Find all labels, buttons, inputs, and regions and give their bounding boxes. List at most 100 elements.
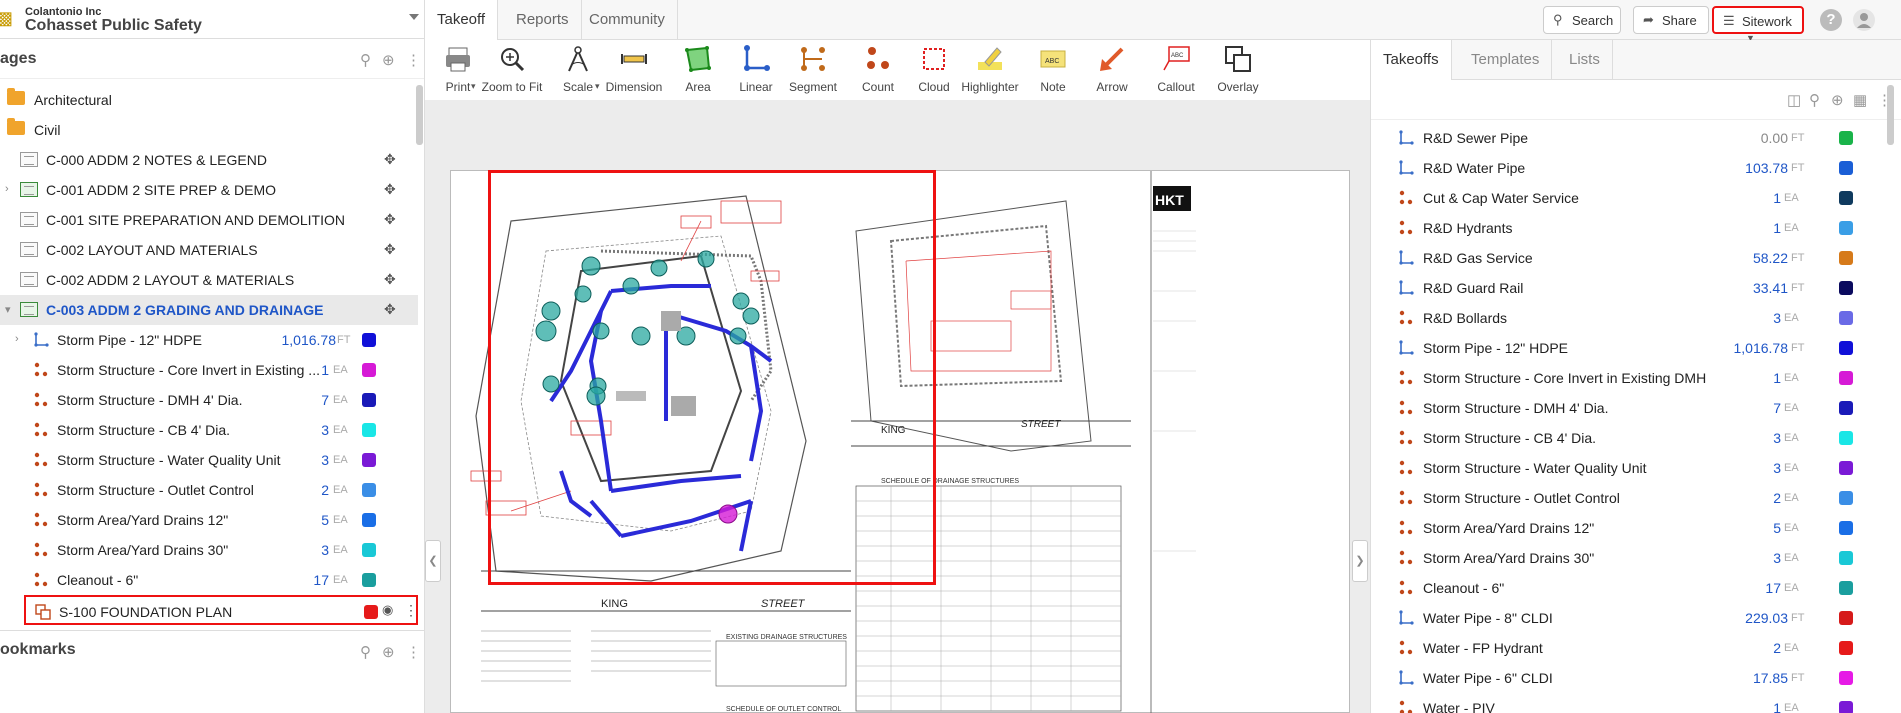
- tab-community[interactable]: Community: [577, 0, 678, 40]
- color-swatch[interactable]: [1839, 281, 1853, 295]
- takeoff-item[interactable]: R&D Bollards 3 EA: [1371, 303, 1901, 333]
- color-swatch[interactable]: [1839, 491, 1853, 505]
- takeoff-item[interactable]: Water - FP Hydrant 2 EA: [1371, 633, 1901, 663]
- folder-item[interactable]: Civil: [0, 115, 418, 145]
- takeoff-item[interactable]: Storm Structure - CB 4' Dia. 3 EA: [1371, 423, 1901, 453]
- color-swatch[interactable]: [1839, 311, 1853, 325]
- takeoff-item[interactable]: Storm Area/Yard Drains 12" 5 EA: [1371, 513, 1901, 543]
- takeoff-item[interactable]: R&D Hydrants 1 EA: [1371, 213, 1901, 243]
- tool-overlay[interactable]: Overlay: [1205, 40, 1271, 100]
- sheet-item[interactable]: C-002 LAYOUT AND MATERIALS ✥: [0, 235, 418, 265]
- chevron-down-icon[interactable]: [409, 14, 419, 20]
- chevron-down-icon[interactable]: ▾: [5, 303, 11, 316]
- color-swatch[interactable]: [1839, 221, 1853, 235]
- add-icon[interactable]: ⊕: [382, 643, 395, 661]
- more-icon[interactable]: ⋮: [406, 51, 421, 69]
- folder-item[interactable]: Architectural: [0, 85, 418, 115]
- color-swatch[interactable]: [362, 393, 376, 407]
- tool-note[interactable]: ABC Note: [1020, 40, 1086, 100]
- takeoff-item[interactable]: Water - PIV 1 EA: [1371, 693, 1901, 713]
- sheet-item[interactable]: C-000 ADDM 2 NOTES & LEGEND ✥: [0, 145, 418, 175]
- takeoff-item[interactable]: R&D Guard Rail 33.41 FT: [1371, 273, 1901, 303]
- color-swatch[interactable]: [1839, 611, 1853, 625]
- sheet-item[interactable]: ▾ C-003 ADDM 2 GRADING AND DRAINAGE ✥: [0, 295, 418, 325]
- add-icon[interactable]: ⊕: [382, 51, 395, 69]
- takeoff-item[interactable]: Storm Structure - Water Quality Unit 3 EA: [1371, 453, 1901, 483]
- color-swatch[interactable]: [1839, 671, 1853, 685]
- takeoff-item[interactable]: Cleanout - 6" 17 EA: [1371, 573, 1901, 603]
- takeoff-item[interactable]: Storm Structure - DMH 4' Dia. 7 EA: [1371, 393, 1901, 423]
- eye-icon[interactable]: ◉: [382, 602, 393, 618]
- tool-area[interactable]: Area: [665, 40, 731, 100]
- hierarchy-icon[interactable]: ◫: [1787, 91, 1801, 109]
- takeoff-item[interactable]: R&D Water Pipe 103.78 FT: [1371, 153, 1901, 183]
- color-swatch[interactable]: [1839, 701, 1853, 713]
- move-icon[interactable]: ✥: [384, 151, 396, 168]
- takeoff-item[interactable]: › Storm Pipe - 12" HDPE 1,016.78 FT: [0, 325, 418, 355]
- tool-highlighter[interactable]: Highlighter: [957, 40, 1023, 100]
- takeoff-item[interactable]: Storm Structure - Core Invert in Existin…: [1371, 363, 1901, 393]
- takeoff-item[interactable]: R&D Sewer Pipe 0.00 FT: [1371, 123, 1901, 153]
- takeoff-item[interactable]: Storm Structure - Outlet Control 2 EA: [1371, 483, 1901, 513]
- color-swatch[interactable]: [1839, 581, 1853, 595]
- color-swatch[interactable]: [1839, 341, 1853, 355]
- takeoff-item[interactable]: Storm Structure - Core Invert in Existin…: [0, 355, 418, 385]
- tool-dimension[interactable]: Dimension: [601, 40, 667, 100]
- add-icon[interactable]: ⊕: [1831, 91, 1844, 109]
- overlay-selection-box[interactable]: [488, 170, 936, 585]
- color-swatch[interactable]: [364, 605, 378, 619]
- color-swatch[interactable]: [362, 423, 376, 437]
- color-swatch[interactable]: [1839, 131, 1853, 145]
- move-icon[interactable]: ✥: [384, 241, 396, 258]
- move-icon[interactable]: ✥: [384, 181, 396, 198]
- takeoff-item[interactable]: Storm Structure - DMH 4' Dia. 7 EA: [0, 385, 418, 415]
- help-icon[interactable]: ?: [1820, 9, 1842, 31]
- search-button[interactable]: ⚲ Search: [1543, 6, 1621, 34]
- more-icon[interactable]: ⋮: [406, 643, 421, 661]
- color-swatch[interactable]: [1839, 191, 1853, 205]
- tab-lists[interactable]: Lists: [1557, 40, 1613, 80]
- takeoff-item[interactable]: Cut & Cap Water Service 1 EA: [1371, 183, 1901, 213]
- tool-zoom-to-fit[interactable]: Zoom to Fit: [479, 40, 545, 100]
- search-icon[interactable]: ⚲: [1809, 91, 1820, 109]
- takeoff-item[interactable]: Storm Area/Yard Drains 30" 3 EA: [0, 535, 418, 565]
- user-avatar[interactable]: [1853, 9, 1875, 31]
- color-swatch[interactable]: [1839, 251, 1853, 265]
- collapse-right-handle[interactable]: ❯: [1352, 540, 1368, 582]
- color-swatch[interactable]: [1839, 371, 1853, 385]
- tab-takeoffs[interactable]: Takeoffs: [1371, 40, 1452, 80]
- color-swatch[interactable]: [1839, 401, 1853, 415]
- move-icon[interactable]: ✥: [384, 301, 396, 318]
- move-icon[interactable]: ✥: [384, 211, 396, 228]
- share-button[interactable]: ➦ Share: [1633, 6, 1709, 34]
- color-swatch[interactable]: [362, 363, 376, 377]
- color-swatch[interactable]: [362, 573, 376, 587]
- search-icon[interactable]: ⚲: [360, 643, 371, 661]
- tool-arrow[interactable]: Arrow: [1079, 40, 1145, 100]
- color-swatch[interactable]: [362, 333, 376, 347]
- takeoff-item[interactable]: Cleanout - 6" 17 EA: [0, 565, 418, 595]
- color-swatch[interactable]: [1839, 161, 1853, 175]
- tab-templates[interactable]: Templates: [1459, 40, 1553, 80]
- takeoff-item[interactable]: Water Pipe - 6" CLDI 17.85 FT: [1371, 663, 1901, 693]
- sheet-item[interactable]: C-002 ADDM 2 LAYOUT & MATERIALS ✥: [0, 265, 418, 295]
- more-icon[interactable]: ⋮: [404, 602, 418, 619]
- color-swatch[interactable]: [362, 483, 376, 497]
- takeoff-item[interactable]: Water Pipe - 8" CLDI 229.03 FT: [1371, 603, 1901, 633]
- tab-takeoff[interactable]: Takeoff: [425, 0, 499, 40]
- color-swatch[interactable]: [362, 453, 376, 467]
- tab-reports[interactable]: Reports: [504, 0, 582, 40]
- color-swatch[interactable]: [1839, 431, 1853, 445]
- overlay-item[interactable]: S-100 FOUNDATION PLAN ◉ ⋮: [24, 595, 418, 625]
- search-icon[interactable]: ⚲: [360, 51, 371, 69]
- takeoff-item[interactable]: Storm Pipe - 12" HDPE 1,016.78 FT: [1371, 333, 1901, 363]
- color-swatch[interactable]: [362, 513, 376, 527]
- project-header[interactable]: ▩ Colantonio Inc Cohasset Public Safety: [0, 0, 424, 39]
- sheet-item[interactable]: C-001 SITE PREPARATION AND DEMOLITION ✥: [0, 205, 418, 235]
- collapse-left-handle[interactable]: ❮: [425, 540, 441, 582]
- tool-segment[interactable]: Segment: [780, 40, 846, 100]
- sheet-item[interactable]: › C-001 ADDM 2 SITE PREP & DEMO ✥: [0, 175, 418, 205]
- color-swatch[interactable]: [1839, 461, 1853, 475]
- table-icon[interactable]: ▦: [1853, 91, 1867, 109]
- takeoff-item[interactable]: R&D Gas Service 58.22 FT: [1371, 243, 1901, 273]
